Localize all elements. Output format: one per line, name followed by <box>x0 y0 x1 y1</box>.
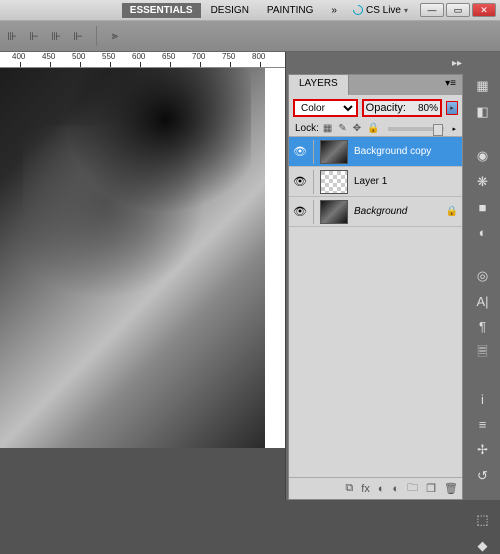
ruler-tick: 600 <box>140 52 153 61</box>
adjustment-layer-icon[interactable]: ◐ <box>393 483 400 495</box>
layers-panel-footer: ⧉ fx ◐ ◐ 🗀 ❐ 🗑 <box>289 477 462 499</box>
opacity-label: Opacity: <box>366 102 406 114</box>
right-dock: ▸▸ LAYERS ▾≡ Color Opacity: ▸ <box>285 52 500 500</box>
options-bar: ⊪ ⊩ ⊪ ⊩ ⫸ <box>0 20 500 52</box>
collapsed-panel-icon[interactable]: ≡ <box>472 417 494 432</box>
workspace-design[interactable]: DESIGN <box>203 3 257 18</box>
collapsed-panel-icon[interactable]: ¶ <box>472 319 494 334</box>
option-divider <box>96 26 97 46</box>
ruler-tick: 700 <box>200 52 213 61</box>
workspace-essentials[interactable]: ESSENTIALS <box>122 3 201 18</box>
align-icon-2[interactable]: ⊩ <box>26 28 42 44</box>
cs-live-button[interactable]: CS Live ▾ <box>347 5 414 16</box>
document-image <box>0 68 265 448</box>
collapsed-panel-icon[interactable]: 🗏 <box>472 344 494 364</box>
lock-all-icon[interactable]: 🔒 <box>367 123 379 134</box>
delete-layer-icon[interactable]: 🗑 <box>444 482 458 495</box>
fill-dropdown-icon[interactable]: ▸ <box>452 125 456 133</box>
align-icon-4[interactable]: ⊩ <box>70 28 86 44</box>
collapse-icon: ▸▸ <box>452 58 462 69</box>
opacity-control[interactable]: Opacity: <box>362 99 442 117</box>
workspace-area: 350400450500550600650700750800 ▸▸ LAYERS… <box>0 52 500 500</box>
collapsed-panel-icon[interactable]: ■ <box>472 200 494 215</box>
ruler-tick: 350 <box>0 52 3 61</box>
collapsed-panel-icon[interactable]: ▦ <box>472 78 494 94</box>
layer-mask-icon[interactable]: ◐ <box>378 483 385 495</box>
canvas-area: 350 400 450 500 550 600 650 700 750 800 <box>0 52 285 500</box>
lock-icon: 🔒 <box>446 206 458 217</box>
layers-tab[interactable]: LAYERS <box>289 75 349 95</box>
layer-name-label[interactable]: Layer 1 <box>354 176 458 187</box>
collapsed-panel-icon[interactable]: i <box>472 392 494 407</box>
ruler-tick: 550 <box>110 52 123 61</box>
collapsed-panel-icon[interactable]: ◉ <box>472 148 494 164</box>
visibility-eye-icon[interactable]: 👁 <box>293 175 307 188</box>
collapsed-panel-icon[interactable]: ◎ <box>472 268 494 284</box>
collapsed-panel-icon[interactable]: ❋ <box>472 174 494 190</box>
lock-position-icon[interactable]: ✥ <box>353 123 361 134</box>
window-controls: — ▭ ✕ <box>420 3 496 17</box>
collapsed-panel-icon[interactable]: ↺ <box>472 468 494 484</box>
ruler-tick: 800 <box>260 52 273 61</box>
opacity-dropdown-icon[interactable]: ▸ <box>446 101 458 115</box>
cs-live-icon <box>351 3 365 17</box>
panel-tab-bar: LAYERS ▾≡ <box>289 75 462 95</box>
layer-list: 👁 Background copy 👁 Layer 1 👁 Background 🔒 <box>289 137 462 477</box>
collapsed-panel-icon[interactable]: ⬚ <box>472 512 494 528</box>
align-icon-3[interactable]: ⊪ <box>48 28 64 44</box>
distribute-icon[interactable]: ⫸ <box>107 28 123 44</box>
blend-mode-select[interactable]: Color <box>293 99 358 117</box>
fill-slider[interactable] <box>388 127 445 131</box>
horizontal-ruler[interactable]: 350 400 450 500 550 600 650 700 750 800 <box>0 52 285 68</box>
lock-paint-icon[interactable]: ✎ <box>338 123 346 134</box>
cs-live-label: CS Live <box>366 5 401 16</box>
layer-thumbnail[interactable] <box>320 140 348 164</box>
visibility-eye-icon[interactable]: 👁 <box>293 145 307 158</box>
minimize-button[interactable]: — <box>420 3 444 17</box>
collapsed-panel-icon[interactable]: ◐ <box>472 225 494 240</box>
collapsed-panel-strip: ▦◧◉❋■◐◎A|¶🗏i≡✢↺⬚◆ <box>465 52 500 500</box>
chevron-down-icon: ▾ <box>404 6 408 15</box>
maximize-button[interactable]: ▭ <box>446 3 470 17</box>
lock-transparency-icon[interactable]: ▦ <box>323 123 332 134</box>
new-layer-icon[interactable]: ❐ <box>426 482 436 495</box>
ruler-tick: 500 <box>80 52 93 61</box>
workspace-more[interactable]: » <box>323 3 345 18</box>
canvas[interactable] <box>0 68 285 448</box>
ruler-tick: 750 <box>230 52 243 61</box>
ruler-tick: 400 <box>20 52 33 61</box>
layer-name-label[interactable]: Background copy <box>354 146 458 157</box>
collapsed-panel-icon[interactable]: ◧ <box>472 104 494 120</box>
close-button[interactable]: ✕ <box>472 3 496 17</box>
layer-group-icon[interactable]: 🗀 <box>407 479 418 498</box>
collapsed-panel-icon[interactable]: A| <box>472 294 494 309</box>
collapsed-panel-icon[interactable]: ✢ <box>472 442 494 458</box>
lock-icons: ▦ ✎ ✥ 🔒 <box>323 123 380 134</box>
layer-name-label[interactable]: Background <box>354 206 440 217</box>
panel-collapse-bar[interactable]: ▸▸ <box>286 52 465 74</box>
panel-menu-icon[interactable]: ▾≡ <box>439 75 462 95</box>
link-layers-icon[interactable]: ⧉ <box>345 482 353 495</box>
layer-fx-icon[interactable]: fx <box>361 483 370 495</box>
ruler-tick: 650 <box>170 52 183 61</box>
layer-thumbnail[interactable] <box>320 200 348 224</box>
layer-thumbnail[interactable] <box>320 170 348 194</box>
align-icon-1[interactable]: ⊪ <box>4 28 20 44</box>
ruler-tick: 450 <box>50 52 63 61</box>
layer-row[interactable]: 👁 Background 🔒 <box>289 197 462 227</box>
visibility-eye-icon[interactable]: 👁 <box>293 205 307 218</box>
lock-row: Lock: ▦ ✎ ✥ 🔒 ▸ <box>289 121 462 137</box>
workspace-painting[interactable]: PAINTING <box>259 3 321 18</box>
layer-row[interactable]: 👁 Layer 1 <box>289 167 462 197</box>
opacity-input[interactable] <box>408 103 438 114</box>
layers-panel: LAYERS ▾≡ Color Opacity: ▸ Lock: <box>288 74 463 500</box>
blend-opacity-row: Color Opacity: ▸ <box>289 95 462 121</box>
application-bar: ESSENTIALS DESIGN PAINTING » CS Live ▾ —… <box>0 0 500 20</box>
layer-row[interactable]: 👁 Background copy <box>289 137 462 167</box>
lock-label: Lock: <box>295 123 319 134</box>
panel-area: ▸▸ LAYERS ▾≡ Color Opacity: ▸ <box>285 52 465 500</box>
collapsed-panel-icon[interactable]: ◆ <box>472 538 494 554</box>
